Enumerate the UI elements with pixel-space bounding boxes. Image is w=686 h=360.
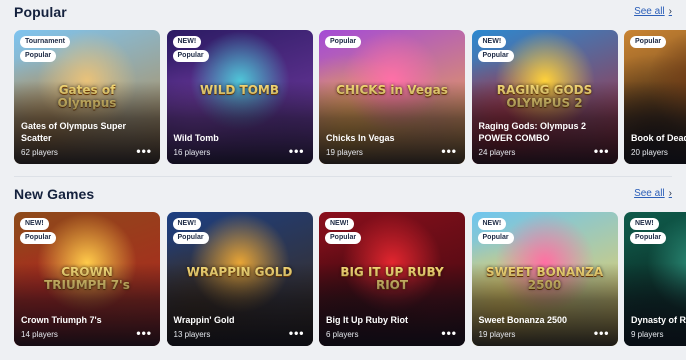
badge-group: NEW! Popular — [172, 218, 209, 244]
more-options-icon[interactable]: ••• — [594, 327, 610, 339]
player-count: 24 players — [478, 148, 516, 157]
player-count: 13 players — [173, 330, 211, 339]
popular-see-all-link[interactable]: See all › — [634, 6, 672, 17]
popular-badge: Popular — [172, 50, 209, 62]
new-badge: NEW! — [630, 218, 659, 230]
more-options-icon[interactable]: ••• — [441, 145, 457, 157]
badge-group: NEW! Popular — [630, 218, 667, 244]
new-badge: NEW! — [325, 218, 354, 230]
new-games-title: New Games — [14, 186, 95, 202]
popular-badge: Popular — [20, 50, 57, 62]
game-title: Gates of Olympus Super Scatter — [21, 121, 127, 143]
popular-badge: Popular — [325, 232, 362, 244]
game-title: Big It Up Ruby Riot — [326, 315, 408, 325]
popular-badge: Popular — [20, 232, 57, 244]
new-games-see-all-link[interactable]: See all › — [634, 188, 672, 199]
game-card[interactable]: CROWN TRIUMPH 7'sNEW!PopularCrown Triump… — [14, 212, 160, 346]
player-count: 19 players — [326, 148, 363, 157]
game-card[interactable]: WILD TOMBNEW!PopularWild Tomb16 players•… — [166, 30, 313, 164]
popular-badge: Popular — [630, 232, 667, 244]
more-options-icon[interactable]: ••• — [289, 145, 305, 157]
popular-badge: Popular — [477, 50, 514, 62]
badge-group: NEW! Popular — [325, 218, 362, 244]
popular-badge: Popular — [172, 232, 209, 244]
see-all-label: See all — [634, 188, 665, 199]
popular-badge: Popular — [477, 232, 514, 244]
game-title: Raging Gods: Olympus 2 POWER COMBO — [478, 121, 587, 143]
game-title: Book of Dead — [631, 133, 686, 143]
player-count: 62 players — [21, 148, 58, 157]
badge-group: Tournament Popular — [20, 36, 70, 62]
new-games-section: New Games See all › CROWN TRIUMPH 7'sNEW… — [0, 182, 686, 360]
section-divider — [14, 176, 672, 177]
chevron-right-icon: › — [668, 6, 672, 17]
game-title: Sweet Bonanza 2500 — [478, 315, 568, 325]
game-title: Wild Tomb — [173, 133, 219, 143]
player-count: 16 players — [173, 148, 211, 157]
more-options-icon[interactable]: ••• — [136, 145, 152, 157]
popular-title: Popular — [14, 4, 67, 20]
badge-group: Popular — [630, 36, 667, 48]
new-badge: NEW! — [477, 218, 507, 230]
popular-badge: Popular — [630, 36, 667, 48]
new-games-row[interactable]: CROWN TRIUMPH 7'sNEW!PopularCrown Triump… — [14, 212, 686, 348]
player-count: 19 players — [478, 330, 516, 339]
chevron-right-icon: › — [668, 188, 672, 199]
see-all-label: See all — [634, 6, 665, 17]
game-card[interactable]: SWEET BONANZA 2500NEW!PopularSweet Bonan… — [471, 212, 618, 346]
player-count: 6 players — [326, 330, 359, 339]
game-title: Dynasty of Ra — [631, 315, 686, 325]
new-badge: NEW! — [172, 218, 202, 230]
game-title: Crown Triumph 7's — [21, 315, 102, 325]
game-card[interactable]: PopularBook of Dead20 players••• — [624, 30, 686, 164]
new-badge: NEW! — [477, 36, 507, 48]
popular-header: Popular See all › — [14, 4, 672, 22]
player-count: 9 players — [631, 330, 664, 339]
game-card[interactable]: CHICKS in VegasPopularChicks In Vegas19 … — [319, 30, 465, 164]
more-options-icon[interactable]: ••• — [594, 145, 610, 157]
popular-games-row[interactable]: Gates of OlympusTournamentPopularGates o… — [14, 30, 686, 166]
badge-group: NEW! Popular — [172, 36, 209, 62]
player-count: 14 players — [21, 330, 58, 339]
badge-group: NEW! Popular — [477, 218, 514, 244]
tournament-badge: Tournament — [20, 36, 70, 48]
new-badge: NEW! — [172, 36, 202, 48]
game-card[interactable]: Gates of OlympusTournamentPopularGates o… — [14, 30, 160, 164]
new-badge: NEW! — [20, 218, 49, 230]
popular-section: Popular See all › Gates of OlympusTourna… — [0, 0, 686, 176]
badge-group: NEW! Popular — [477, 36, 514, 62]
player-count: 20 players — [631, 148, 668, 157]
game-card[interactable]: WRAPPIN GOLDNEW!PopularWrappin' Gold13 p… — [166, 212, 313, 346]
game-card[interactable]: RAGING GODS OLYMPUS 2NEW!PopularRaging G… — [471, 30, 618, 164]
game-title: Chicks In Vegas — [326, 133, 395, 143]
game-card[interactable]: NEW!PopularDynasty of Ra9 players••• — [624, 212, 686, 346]
popular-badge: Popular — [325, 36, 362, 48]
badge-group: NEW! Popular — [20, 218, 57, 244]
game-title: Wrappin' Gold — [173, 315, 235, 325]
more-options-icon[interactable]: ••• — [289, 327, 305, 339]
more-options-icon[interactable]: ••• — [441, 327, 457, 339]
badge-group: Popular — [325, 36, 362, 48]
game-card[interactable]: BIG IT UP RUBY RIOTNEW!PopularBig It Up … — [319, 212, 465, 346]
more-options-icon[interactable]: ••• — [136, 327, 152, 339]
new-games-header: New Games See all › — [14, 186, 672, 204]
